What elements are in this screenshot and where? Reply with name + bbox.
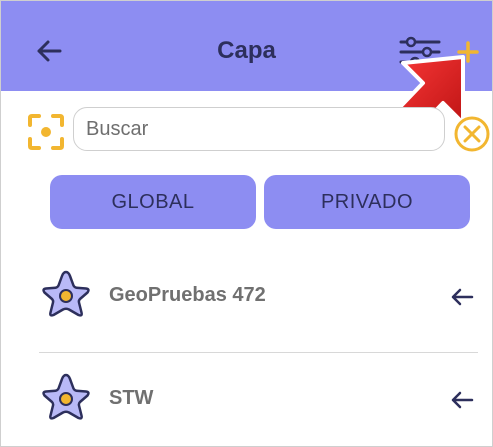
arrow-left-icon[interactable] [447, 282, 477, 312]
arrow-left-icon[interactable] [447, 385, 477, 415]
star-icon [42, 270, 90, 317]
filter-button[interactable] [397, 35, 443, 69]
plus-icon [457, 41, 479, 63]
scan-target-icon[interactable] [27, 113, 65, 151]
app-bar: Capa [1, 1, 492, 91]
layer-name: GeoPruebas 472 [109, 284, 266, 306]
row-divider [39, 352, 478, 353]
clear-circle-icon[interactable] [453, 115, 491, 153]
layer-name: STW [109, 387, 154, 409]
list-item[interactable]: STW [1, 359, 492, 439]
sliders-icon [399, 36, 441, 68]
search-input[interactable] [73, 107, 445, 151]
star-icon [42, 373, 90, 420]
app-screen: Capa Buscar GLOBAL PRIVADO GeoPruebas 47… [0, 0, 493, 447]
tab-private[interactable]: PRIVADO [264, 175, 470, 229]
add-layer-button[interactable] [455, 39, 481, 65]
tab-global[interactable]: GLOBAL [50, 175, 256, 229]
list-item[interactable]: GeoPruebas 472 [1, 256, 492, 336]
